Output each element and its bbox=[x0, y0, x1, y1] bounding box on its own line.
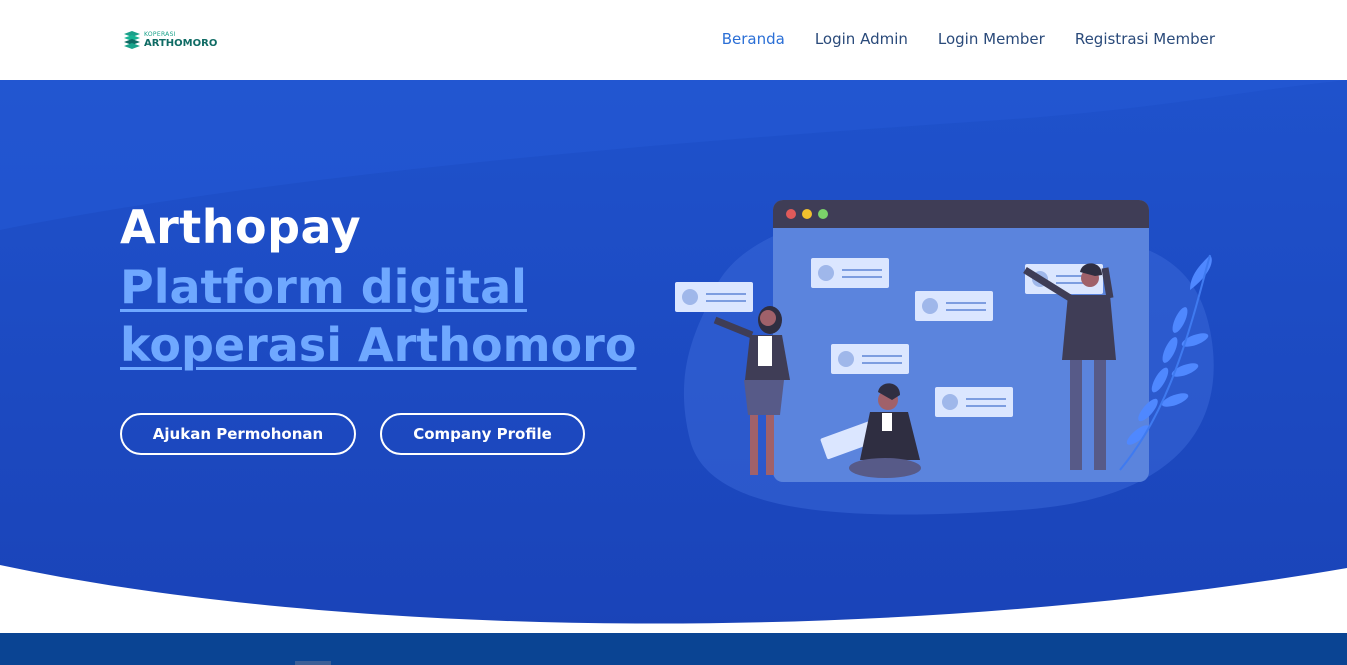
logo-mark-icon bbox=[124, 31, 140, 49]
brand-logo[interactable]: KOPERASI ARTHOMORO bbox=[122, 28, 217, 52]
hero-title: Arthopay bbox=[120, 200, 362, 254]
main-nav: Beranda Login Admin Login Member Registr… bbox=[722, 30, 1215, 48]
nav-login-admin[interactable]: Login Admin bbox=[815, 30, 908, 48]
footer-strip bbox=[0, 633, 1347, 665]
hero-section: Arthopay Platform digital koperasi Artho… bbox=[0, 80, 1347, 633]
company-profile-button[interactable]: Company Profile bbox=[380, 413, 585, 455]
browser-window-illustration-icon bbox=[675, 200, 1214, 515]
apply-button[interactable]: Ajukan Permohonan bbox=[120, 413, 356, 455]
nav-beranda[interactable]: Beranda bbox=[722, 30, 785, 48]
logo-big-text: ARTHOMORO bbox=[144, 38, 218, 49]
hero-subtitle-link[interactable]: Platform digital koperasi Arthomoro bbox=[120, 258, 680, 374]
navbar: KOPERASI ARTHOMORO Beranda Login Admin L… bbox=[0, 0, 1347, 80]
footer-tab-indicator bbox=[295, 661, 331, 665]
nav-registrasi-member[interactable]: Registrasi Member bbox=[1075, 30, 1215, 48]
nav-login-member[interactable]: Login Member bbox=[938, 30, 1045, 48]
logo-small-text: KOPERASI bbox=[144, 31, 176, 38]
